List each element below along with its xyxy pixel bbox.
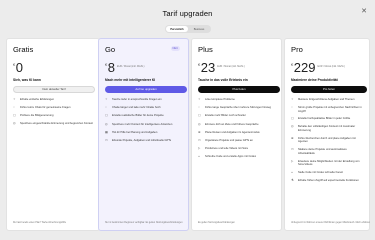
- memory-icon: ◎: [198, 121, 201, 126]
- folder-icon: ▭: [198, 137, 201, 142]
- list-item: ⚗ Erhalte frühen Zugriff auf experimentel…: [291, 177, 359, 182]
- price-note: EUR / Monat (inkl. MwSt.): [317, 64, 345, 68]
- list-item: ‹› Stelle Code mit Codex schneller bereit: [291, 170, 343, 175]
- list-item: ▢ Erstelle mehr Bilder noch schneller: [198, 113, 246, 118]
- list-item: ◌ Chatte länger und lade mehr Inhalte hoc…: [105, 105, 161, 110]
- chat-icon: ◌: [291, 105, 293, 110]
- price-note: EUR / Monat (inkl. MwSt.): [116, 64, 145, 68]
- plan-card-go: Go NEU € 8 EUR / Monat (inkl. MwSt.) Mac…: [98, 38, 189, 231]
- list-item: ▢ Erstelle realistische Bilder für deine …: [105, 113, 164, 118]
- plan-type-toggle[interactable]: Persönlich Business: [165, 25, 211, 33]
- list-item: ▦ Hol dir Hilfe bei Planung und Aufgaben: [105, 129, 158, 134]
- list-item: ◌ Nimm große Projekte mit unbegrenzten Na…: [291, 105, 362, 113]
- list-item: ▢ Probiere die Bildgenerierung: [13, 113, 54, 118]
- price: € 8 EUR / Monat (inkl. MwSt.): [105, 61, 183, 75]
- sparkle-icon: ✧: [105, 97, 108, 102]
- list-item: ▷ Erweitere deine Möglichkeiten mit der E…: [291, 158, 360, 167]
- list-item: ⊕ Führe Recherchen durch und plane Aufgab…: [291, 135, 356, 144]
- plan-tagline: Sieh, was KI kann: [13, 77, 41, 82]
- list-item: ▭ Erkunde Projekte, Aufgaben und individu…: [105, 137, 172, 142]
- toggle-personal[interactable]: Persönlich: [166, 26, 188, 32]
- price: € 0: [13, 61, 94, 75]
- list-item: ▢ Erstelle hochqualitative Bilder in jede…: [291, 116, 351, 121]
- page-title: Tarif upgraden: [162, 9, 213, 18]
- plan-name: Plus: [198, 45, 213, 54]
- list-item: ◌ Führe kurze Chats für gemeinsame Fragen: [13, 105, 71, 110]
- agent-icon: ⊕: [291, 135, 294, 140]
- sparkle-icon: ✧: [198, 97, 201, 102]
- footnote[interactable]: Nur in bestimmten Regionen verfügbar. Es…: [105, 222, 185, 225]
- price-note: EUR / Monat (inkl. MwSt.): [217, 64, 245, 68]
- plan-card-pro: Pro € 229 EUR / Monat (inkl. MwSt.) Maxi…: [284, 38, 370, 231]
- plan-name: Pro: [291, 45, 303, 54]
- feature-list: ✧ Löse komplexe Probleme ◌ Führe lange Ges…: [198, 97, 276, 159]
- folder-icon: ▭: [291, 147, 294, 152]
- feature-list: ✧ Meistere fortgeschrittene Aufgaben und …: [291, 97, 364, 182]
- list-item: ‹› Schreibe Code und erstelle Apps mit Co…: [198, 154, 257, 159]
- price: € 229 EUR / Monat (inkl. MwSt.): [291, 61, 364, 75]
- price-amount: 229: [293, 59, 316, 75]
- list-item: ▭ Skaliere deine Projekte und automatisie…: [291, 147, 347, 155]
- close-icon[interactable]: ✕: [361, 8, 367, 15]
- code-icon: ‹›: [198, 154, 200, 159]
- plan-card-plus: Plus € 23 EUR / Monat (inkl. MwSt.) Tauc…: [191, 38, 282, 231]
- list-item: ✧ Löse komplexe Probleme: [198, 97, 235, 102]
- memory-icon: ◎: [291, 124, 294, 129]
- image-icon: ▢: [198, 113, 201, 118]
- price-amount: 0: [15, 59, 23, 75]
- list-item: ⊕ Plane Reisen und Aufgaben im Agentenmod…: [198, 129, 260, 134]
- list-item: ▷ Produziere und teile Videos mit Sora: [198, 145, 248, 150]
- list-item: ▭ Organisiere Projekte und passe GPTs an: [198, 137, 253, 142]
- image-icon: ▢: [105, 113, 108, 118]
- video-icon: ▷: [198, 145, 201, 150]
- footnote[interactable]: Unbegrenzt im Rahmen unserer Richtlinien…: [291, 222, 371, 225]
- upgrade-go-button[interactable]: Auf Go upgraden: [105, 85, 187, 94]
- get-pro-button[interactable]: Pro holen: [291, 85, 367, 94]
- chat-icon: ◌: [105, 105, 107, 110]
- image-icon: ▢: [13, 113, 16, 118]
- price: € 23 EUR / Monat (inkl. MwSt.): [198, 61, 276, 75]
- list-item: ✧ Meistere fortgeschrittene Aufgaben und …: [291, 97, 355, 102]
- get-plus-button[interactable]: Plus holen: [198, 85, 280, 94]
- new-badge: NEU: [170, 46, 180, 51]
- plan-tagline: Mach mehr mit intelligenterer KI: [105, 77, 156, 82]
- bulb-icon: ✧: [13, 97, 16, 102]
- feature-list: ✧ Tauche tiefer in anspruchsvolle Fragen …: [105, 97, 183, 142]
- list-item: ✧ Erhalte einfache Erklärungen: [13, 97, 55, 102]
- chat-icon: ◌: [198, 105, 200, 110]
- image-icon: ▢: [291, 116, 294, 121]
- video-icon: ▷: [291, 158, 294, 163]
- calendar-icon: ▦: [105, 129, 108, 134]
- list-item: ✧ Tauche tiefer in anspruchsvolle Fragen …: [105, 97, 162, 102]
- code-icon: ‹›: [291, 170, 293, 175]
- plan-name: Gratis: [13, 45, 34, 54]
- sparkle-icon: ✧: [291, 97, 294, 102]
- folder-icon: ▭: [105, 137, 108, 142]
- current-plan-button[interactable]: Dein aktueller Tarif: [13, 85, 95, 94]
- toggle-business[interactable]: Business: [188, 26, 210, 32]
- footnote[interactable]: Es gelten Nutzungsbeschränkungen: [198, 222, 278, 225]
- memory-icon: ◎: [13, 121, 16, 126]
- list-item: ◌ Führe lange Gespräche über mehrere Sitz…: [198, 105, 271, 110]
- feature-list: ✧ Erhalte einfache Erklärungen ◌ Führe kur…: [13, 97, 94, 126]
- plan-tagline: Tauche in das volle Erlebnis ein: [198, 77, 248, 82]
- flask-icon: ⚗: [291, 177, 294, 182]
- list-item: ◎ Behalte den vollständigen Kontext mit m…: [291, 124, 356, 132]
- agent-icon: ⊕: [198, 129, 201, 134]
- footnote[interactable]: Du hast bereits einen Plan? Siehe Abrech…: [13, 222, 93, 225]
- price-amount: 23: [200, 59, 216, 75]
- list-item: ◎ Erinnere dich an Ziele und frühere Gesp…: [198, 121, 259, 126]
- chat-icon: ◌: [13, 105, 15, 110]
- plan-tagline: Maximiere deine Produktivität: [291, 77, 338, 82]
- price-amount: 8: [107, 59, 115, 75]
- memory-icon: ◎: [105, 121, 108, 126]
- plan-card-gratis: Gratis € 0 Sieh, was KI kann Dein aktuel…: [6, 38, 100, 231]
- list-item: ◎ Speichere mehr Kontext für intelligente…: [105, 121, 173, 126]
- list-item: ◎ Speichere eingeschränkte Erinnerung und…: [13, 121, 93, 126]
